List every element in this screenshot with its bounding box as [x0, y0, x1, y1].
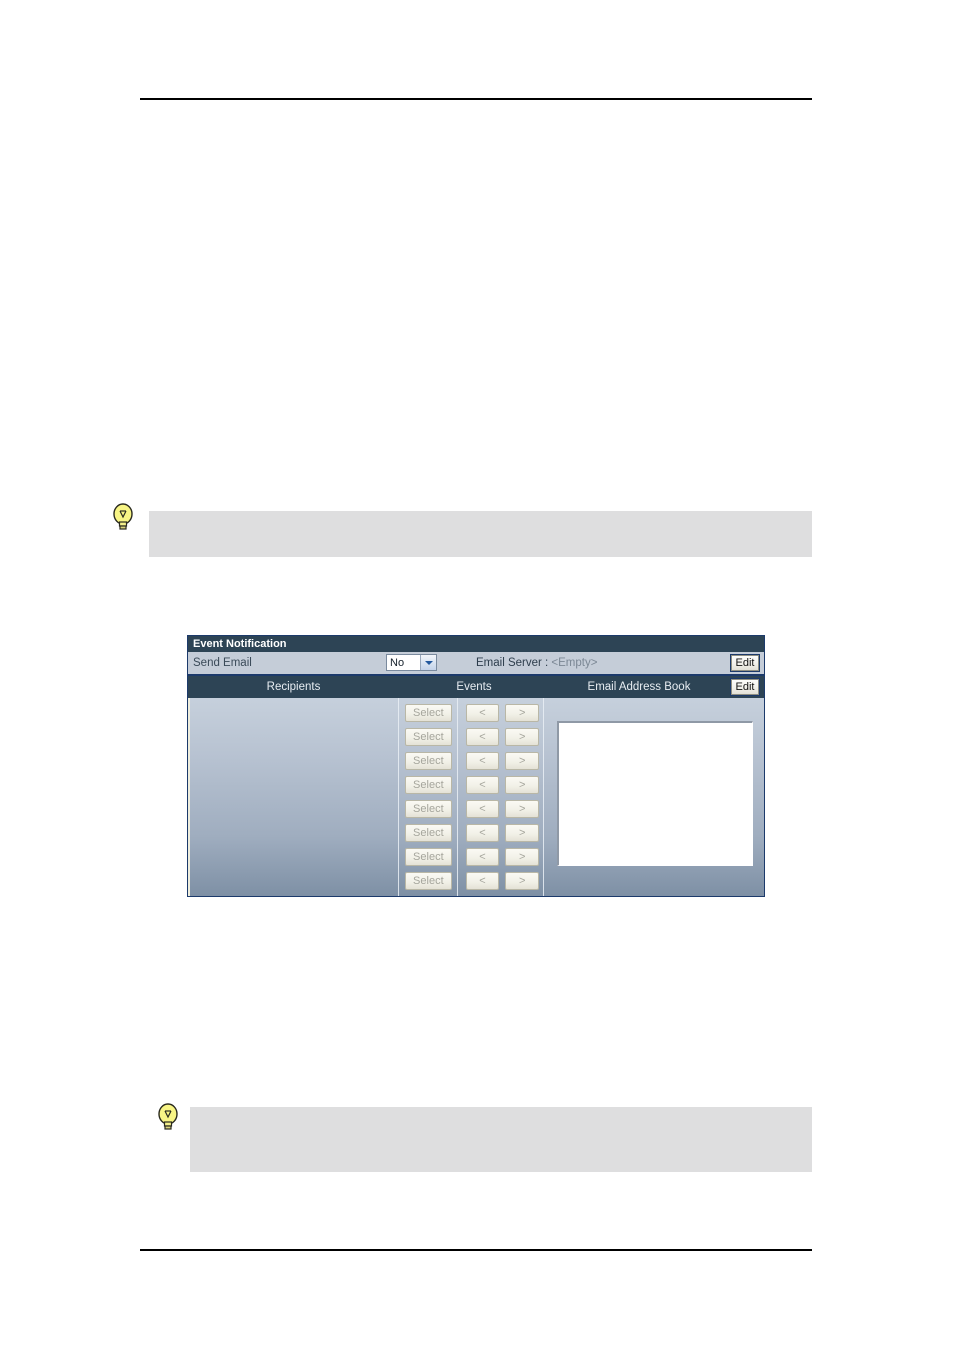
panel-body: Select < > Select < > Select < > Select < > Select < >…: [187, 698, 765, 897]
recipient-row: Select < >: [399, 725, 539, 749]
move-left-button[interactable]: <: [465, 848, 500, 866]
recipient-row: Select < >: [399, 821, 539, 845]
move-left-button[interactable]: <: [465, 800, 500, 818]
select-recipient-button[interactable]: Select: [405, 848, 452, 866]
event-notification-panel: Event Notification Send Email No Email S…: [187, 635, 765, 897]
column-header-recipients: Recipients: [266, 681, 321, 693]
column-header-events: Events: [456, 681, 492, 693]
body-left-accent: [188, 698, 190, 896]
lightbulb-icon: [112, 503, 134, 533]
edit-email-server-button[interactable]: Edit: [730, 654, 760, 672]
column-divider-events: [543, 698, 544, 896]
email-server-label: Email Server :: [476, 657, 552, 669]
send-email-label: Send Email: [193, 657, 252, 669]
move-left-button[interactable]: <: [465, 824, 500, 842]
recipient-row: Select < >: [399, 749, 539, 773]
select-recipient-button[interactable]: Select: [405, 728, 452, 746]
select-recipient-button[interactable]: Select: [405, 752, 452, 770]
move-right-button[interactable]: >: [505, 800, 539, 818]
email-server-value: <Empty>: [551, 657, 598, 669]
panel-column-header: Recipients Events Email Address Book Edi…: [187, 676, 765, 698]
move-right-button[interactable]: >: [505, 848, 539, 866]
recipient-row: Select < >: [399, 773, 539, 797]
move-left-button[interactable]: <: [465, 752, 500, 770]
chevron-down-icon[interactable]: [420, 655, 436, 670]
tip-note-box: [149, 511, 812, 557]
move-left-button[interactable]: <: [465, 872, 500, 890]
email-server-status: Email Server : <Empty>: [476, 657, 597, 669]
select-recipient-button[interactable]: Select: [405, 872, 452, 890]
move-right-button[interactable]: >: [505, 872, 539, 890]
move-right-button[interactable]: >: [505, 728, 539, 746]
move-right-button[interactable]: >: [505, 824, 539, 842]
tip-note-box: [190, 1107, 812, 1172]
select-recipient-button[interactable]: Select: [405, 704, 452, 722]
recipient-row: Select < >: [399, 701, 539, 725]
send-email-select-value: No: [390, 656, 405, 669]
panel-title: Event Notification: [193, 637, 287, 650]
recipient-row: Select < >: [399, 797, 539, 821]
page-header-rule: [140, 98, 812, 100]
tip-callout-1: [112, 503, 812, 563]
move-right-button[interactable]: >: [505, 776, 539, 794]
email-address-book-listbox[interactable]: [557, 721, 753, 866]
send-email-select[interactable]: No: [386, 654, 437, 671]
tip-callout-2: [157, 1103, 812, 1179]
panel-title-bar: Event Notification: [187, 635, 765, 652]
page-footer-rule: [140, 1249, 812, 1251]
move-left-button[interactable]: <: [465, 776, 500, 794]
move-right-button[interactable]: >: [505, 752, 539, 770]
select-recipient-button[interactable]: Select: [405, 776, 452, 794]
edit-address-book-button[interactable]: Edit: [730, 678, 760, 696]
recipient-rows: Select < > Select < > Select < > Select < > Select < >…: [399, 701, 539, 893]
move-right-button[interactable]: >: [505, 704, 539, 722]
move-left-button[interactable]: <: [465, 704, 500, 722]
recipient-row: Select < >: [399, 869, 539, 893]
select-recipient-button[interactable]: Select: [405, 800, 452, 818]
recipient-row: Select < >: [399, 845, 539, 869]
select-recipient-button[interactable]: Select: [405, 824, 452, 842]
send-email-row: Send Email No Email Server : <Empty> Edi…: [187, 652, 765, 676]
lightbulb-icon: [157, 1103, 179, 1133]
move-left-button[interactable]: <: [465, 728, 500, 746]
column-header-address-book: Email Address Book: [587, 681, 691, 693]
